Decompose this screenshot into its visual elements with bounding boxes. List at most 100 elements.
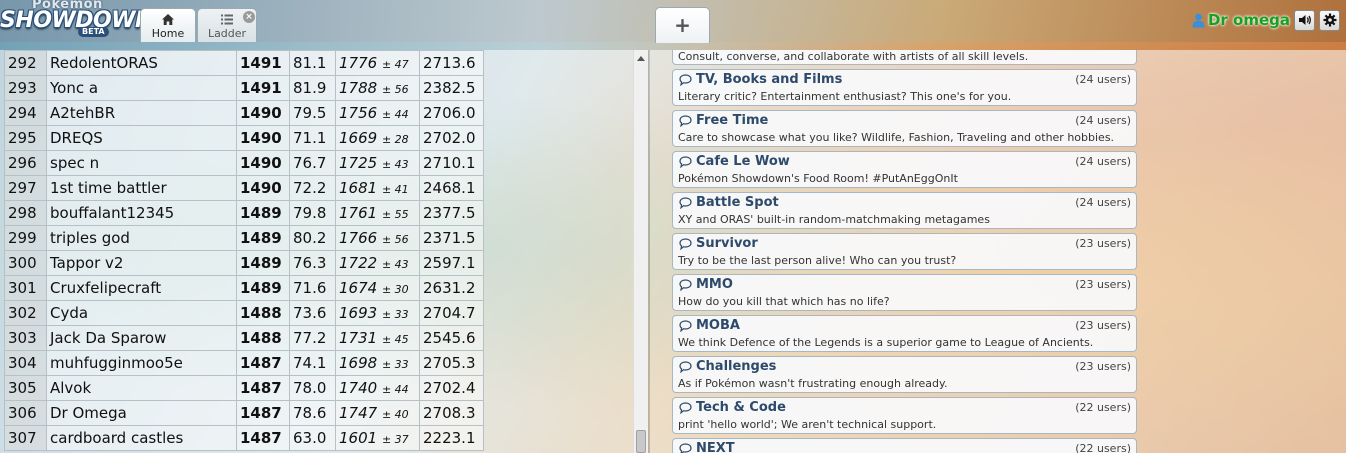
- glicko-value: 1681: [339, 179, 378, 197]
- room-item[interactable]: Battle Spot (24 users) XY and ORAS' built-…: [672, 192, 1137, 229]
- room-title[interactable]: Tech & Code: [679, 400, 786, 415]
- rank-cell: 300: [4, 250, 47, 276]
- gxe-cell: 73.6: [289, 300, 336, 326]
- room-item[interactable]: Tech & Code (22 users) print 'hello world'…: [672, 397, 1137, 434]
- room-user-count: (23 users): [1075, 319, 1131, 332]
- ladder-row: 295 DREQS 1490 71.1 1669 ± 28 2702.0: [4, 125, 484, 151]
- tab-ladder[interactable]: Ladder ×: [197, 8, 257, 42]
- coil-cell: 2377.5: [419, 200, 484, 226]
- sound-button[interactable]: [1294, 9, 1315, 31]
- player-name-cell[interactable]: RedolentORAS: [46, 50, 237, 76]
- ladder-row: 299 triples god 1489 80.2 1766 ± 56 2371.5: [4, 225, 484, 251]
- room-description: How do you kill that which has no life?: [678, 295, 890, 308]
- rank-cell: 302: [4, 300, 47, 326]
- room-title[interactable]: Survivor: [679, 236, 758, 251]
- close-icon[interactable]: ×: [243, 11, 255, 23]
- player-name-cell[interactable]: Jack Da Sparow: [46, 325, 237, 351]
- ladder-row: 293 Yonc a 1491 81.9 1788 ± 56 2382.5: [4, 75, 484, 101]
- room-title[interactable]: Free Time: [679, 113, 768, 128]
- room-title[interactable]: TV, Books and Films: [679, 72, 842, 87]
- glicko-cell: 1776 ± 47: [335, 50, 420, 76]
- player-name-cell[interactable]: Alvok: [46, 375, 237, 401]
- room-title[interactable]: Battle Spot: [679, 195, 779, 210]
- room-item[interactable]: TV, Books and Films (24 users) Literary cr…: [672, 69, 1137, 106]
- glicko-value: 1776: [339, 54, 378, 72]
- room-user-count: (24 users): [1075, 155, 1131, 168]
- room-user-count: (22 users): [1075, 401, 1131, 414]
- ladder-row: 307 cardboard castles 1487 63.0 1601 ± 37 222…: [4, 425, 484, 451]
- chat-bubble-icon: [679, 114, 692, 127]
- elo-cell: 1487: [236, 350, 290, 376]
- ladder-row: 292 RedolentORAS 1491 81.1 1776 ± 47 2713.6: [4, 50, 484, 76]
- glicko-deviation: ± 56: [381, 233, 409, 246]
- glicko-value: 1740: [339, 379, 378, 397]
- ladder-pane: 292 RedolentORAS 1491 81.1 1776 ± 47 2713.6 29…: [0, 50, 649, 453]
- glicko-deviation: ± 33: [381, 308, 409, 321]
- room-item-partial[interactable]: Consult, converse, and collaborate with …: [672, 50, 1137, 65]
- coil-cell: 2713.6: [419, 50, 484, 76]
- ladder-row: 304 muhfugginmoo5e 1487 74.1 1698 ± 33 2705.3: [4, 350, 484, 376]
- elo-cell: 1491: [236, 75, 290, 101]
- pokemon-showdown-logo[interactable]: Pokémon SHOWDOWN BETA: [0, 0, 153, 40]
- scroll-up-arrow-icon[interactable]: [637, 56, 645, 61]
- player-name-cell[interactable]: muhfugginmoo5e: [46, 350, 237, 376]
- chat-bubble-icon: [679, 319, 692, 332]
- rooms-pane: Consult, converse, and collaborate with …: [650, 50, 1346, 453]
- player-name-cell[interactable]: Yonc a: [46, 75, 237, 101]
- gxe-cell: 78.6: [289, 400, 336, 426]
- coil-cell: 2382.5: [419, 75, 484, 101]
- room-title[interactable]: Challenges: [679, 359, 776, 374]
- room-title[interactable]: MOBA: [679, 318, 740, 333]
- coil-cell: 2708.3: [419, 400, 484, 426]
- glicko-cell: 1766 ± 56: [335, 225, 420, 251]
- glicko-cell: 1669 ± 28: [335, 125, 420, 151]
- room-title[interactable]: NEXT: [679, 441, 735, 453]
- player-name-cell[interactable]: bouffalant12345: [46, 200, 237, 226]
- elo-cell: 1490: [236, 125, 290, 151]
- player-name-cell[interactable]: Tappor v2: [46, 250, 237, 276]
- player-name-cell[interactable]: DREQS: [46, 125, 237, 151]
- room-title-text: Cafe Le Wow: [696, 154, 790, 169]
- coil-cell: 2631.2: [419, 275, 484, 301]
- tab-home[interactable]: Home: [140, 8, 196, 42]
- player-name-cell[interactable]: Cyda: [46, 300, 237, 326]
- username-text: Dr omega: [1207, 11, 1290, 29]
- player-name-cell[interactable]: triples god: [46, 225, 237, 251]
- player-name-cell[interactable]: 1st time battler: [46, 175, 237, 201]
- player-name-cell[interactable]: spec n: [46, 150, 237, 176]
- player-name-cell[interactable]: cardboard castles: [46, 425, 237, 451]
- room-description: XY and ORAS' built-in random-matchmaking…: [678, 213, 990, 226]
- room-title[interactable]: Cafe Le Wow: [679, 154, 790, 169]
- ladder-row: 306 Dr Omega 1487 78.6 1747 ± 40 2708.3: [4, 400, 484, 426]
- room-item[interactable]: Survivor (23 users) Try to be the last per…: [672, 233, 1137, 270]
- options-button[interactable]: [1319, 9, 1340, 31]
- scrollbar-thumb[interactable]: [636, 430, 646, 453]
- glicko-value: 1698: [339, 354, 378, 372]
- new-tab-button[interactable]: +: [655, 7, 710, 43]
- room-item[interactable]: MOBA (23 users) We think Defence of the Le…: [672, 315, 1137, 352]
- gxe-cell: 79.5: [289, 100, 336, 126]
- gxe-cell: 76.3: [289, 250, 336, 276]
- player-name-cell[interactable]: Cruxfelipecraft: [46, 275, 237, 301]
- glicko-deviation: ± 41: [381, 183, 409, 196]
- ladder-row: 300 Tappor v2 1489 76.3 1722 ± 43 2597.1: [4, 250, 484, 276]
- player-name-cell[interactable]: Dr Omega: [46, 400, 237, 426]
- glicko-value: 1747: [339, 404, 378, 422]
- room-user-count: (23 users): [1075, 278, 1131, 291]
- room-item[interactable]: MMO (23 users) How do you kill that which …: [672, 274, 1137, 311]
- room-item[interactable]: Challenges (23 users) As if Pokémon wasn't…: [672, 356, 1137, 393]
- glicko-value: 1669: [339, 129, 378, 147]
- room-item[interactable]: Cafe Le Wow (24 users) Pokémon Showdown's …: [672, 151, 1137, 188]
- glicko-deviation: ± 28: [381, 133, 409, 146]
- chat-bubble-icon: [679, 196, 692, 209]
- username-button[interactable]: Dr omega: [1192, 11, 1290, 29]
- ladder-scrollbar[interactable]: [633, 50, 648, 453]
- glicko-cell: 1740 ± 44: [335, 375, 420, 401]
- glicko-deviation: ± 40: [381, 408, 409, 421]
- room-title[interactable]: MMO: [679, 277, 733, 292]
- room-item[interactable]: Free Time (24 users) Care to showcase what…: [672, 110, 1137, 147]
- coil-cell: 2706.0: [419, 100, 484, 126]
- player-name-cell[interactable]: A2tehBR: [46, 100, 237, 126]
- room-title-text: Tech & Code: [696, 400, 786, 415]
- room-item[interactable]: NEXT (22 users): [672, 438, 1137, 453]
